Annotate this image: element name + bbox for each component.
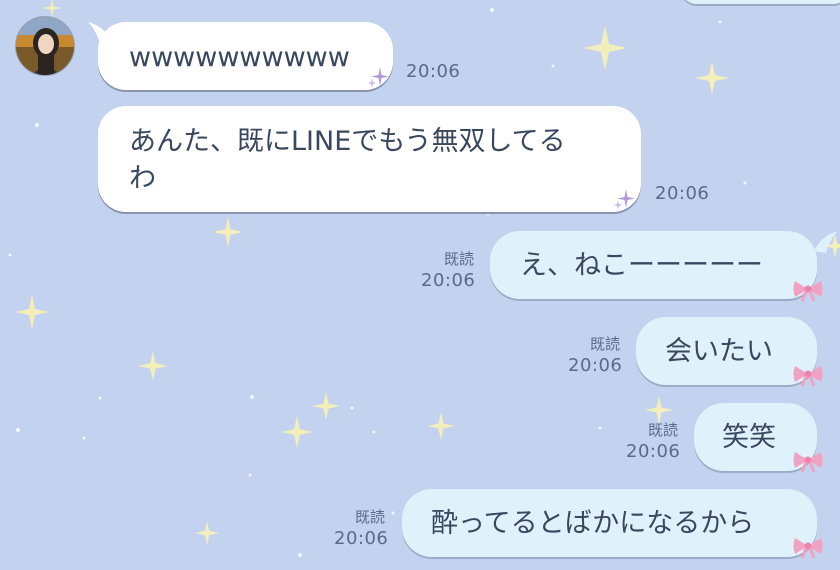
read-receipt: 既読 (648, 421, 679, 439)
message-text-line-1: あんた、既にLINEでもう無双してる (129, 126, 566, 157)
message-timestamp: 20:06 (568, 355, 623, 376)
incoming-message-bubble[interactable]: あんた、既にLINEでもう無双してる わ (98, 106, 641, 212)
message-text: 笑笑 (722, 422, 776, 453)
outgoing-message-bubble[interactable]: え、ねこーーーーー (490, 231, 817, 299)
message-timestamp: 20:06 (334, 528, 389, 549)
outgoing-message-bubble[interactable]: 笑笑 (694, 403, 817, 471)
read-receipt: 既読 (355, 508, 386, 526)
message-timestamp: 20:06 (626, 441, 681, 462)
message-text: 酔ってるとばかになるから (431, 508, 755, 539)
message-text: wwwwwwwwww (129, 42, 350, 73)
message-text-line-2: わ (129, 163, 156, 194)
outgoing-message-bubble[interactable]: 酔ってるとばかになるから (402, 489, 817, 557)
contact-avatar[interactable] (15, 16, 75, 76)
message-text: 会いたい (665, 336, 773, 367)
read-receipt: 既読 (444, 250, 475, 268)
message-text: え、ねこーーーーー (520, 250, 763, 281)
incoming-message-bubble[interactable]: wwwwwwwwww (98, 22, 393, 90)
outgoing-message-bubble[interactable]: 会いたい (636, 317, 817, 385)
previous-message-bubble[interactable] (680, 0, 840, 4)
message-timestamp: 20:06 (421, 270, 476, 291)
message-timestamp: 20:06 (655, 183, 710, 204)
read-receipt: 既読 (590, 335, 621, 353)
message-timestamp: 20:06 (406, 61, 461, 82)
